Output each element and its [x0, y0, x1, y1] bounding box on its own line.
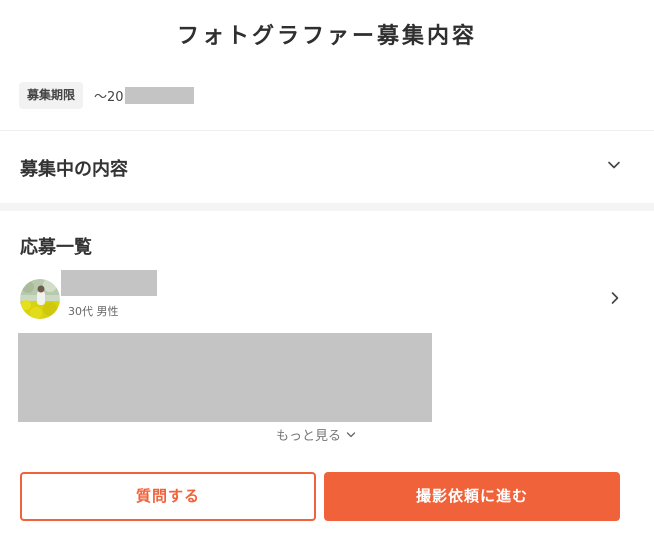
chevron-down-icon — [346, 431, 356, 437]
chevron-right-icon — [611, 292, 619, 304]
deadline-row: 募集期限 ～20 — [19, 82, 194, 109]
deadline-value: ～20 — [94, 90, 124, 105]
page-title: フォトグラファー募集内容 — [176, 24, 477, 49]
applicants-heading: 応募一覧 — [20, 237, 92, 258]
user-avatar-photo-icon — [20, 279, 60, 319]
request-shoot-button[interactable]: 撮影依頼に進む — [324, 472, 620, 521]
applicant-row[interactable]: 30代 男性 — [0, 268, 654, 328]
ask-question-button[interactable]: 質問する — [20, 472, 316, 521]
recruitment-details-accordion[interactable]: 募集中の内容 — [0, 131, 654, 203]
chevron-down-icon — [608, 161, 620, 169]
redacted-applicant-message — [18, 333, 432, 422]
show-more-link[interactable]: もっと見る — [276, 425, 357, 444]
show-more-label: もっと見る — [276, 429, 342, 444]
avatar — [20, 279, 60, 319]
applicant-meta: 30代 男性 — [68, 305, 119, 318]
redacted-deadline-date — [124, 87, 194, 104]
deadline-badge: 募集期限 — [19, 82, 84, 109]
section-divider — [0, 203, 654, 211]
accordion-label: 募集中の内容 — [20, 159, 128, 180]
redacted-applicant-name — [61, 270, 157, 296]
